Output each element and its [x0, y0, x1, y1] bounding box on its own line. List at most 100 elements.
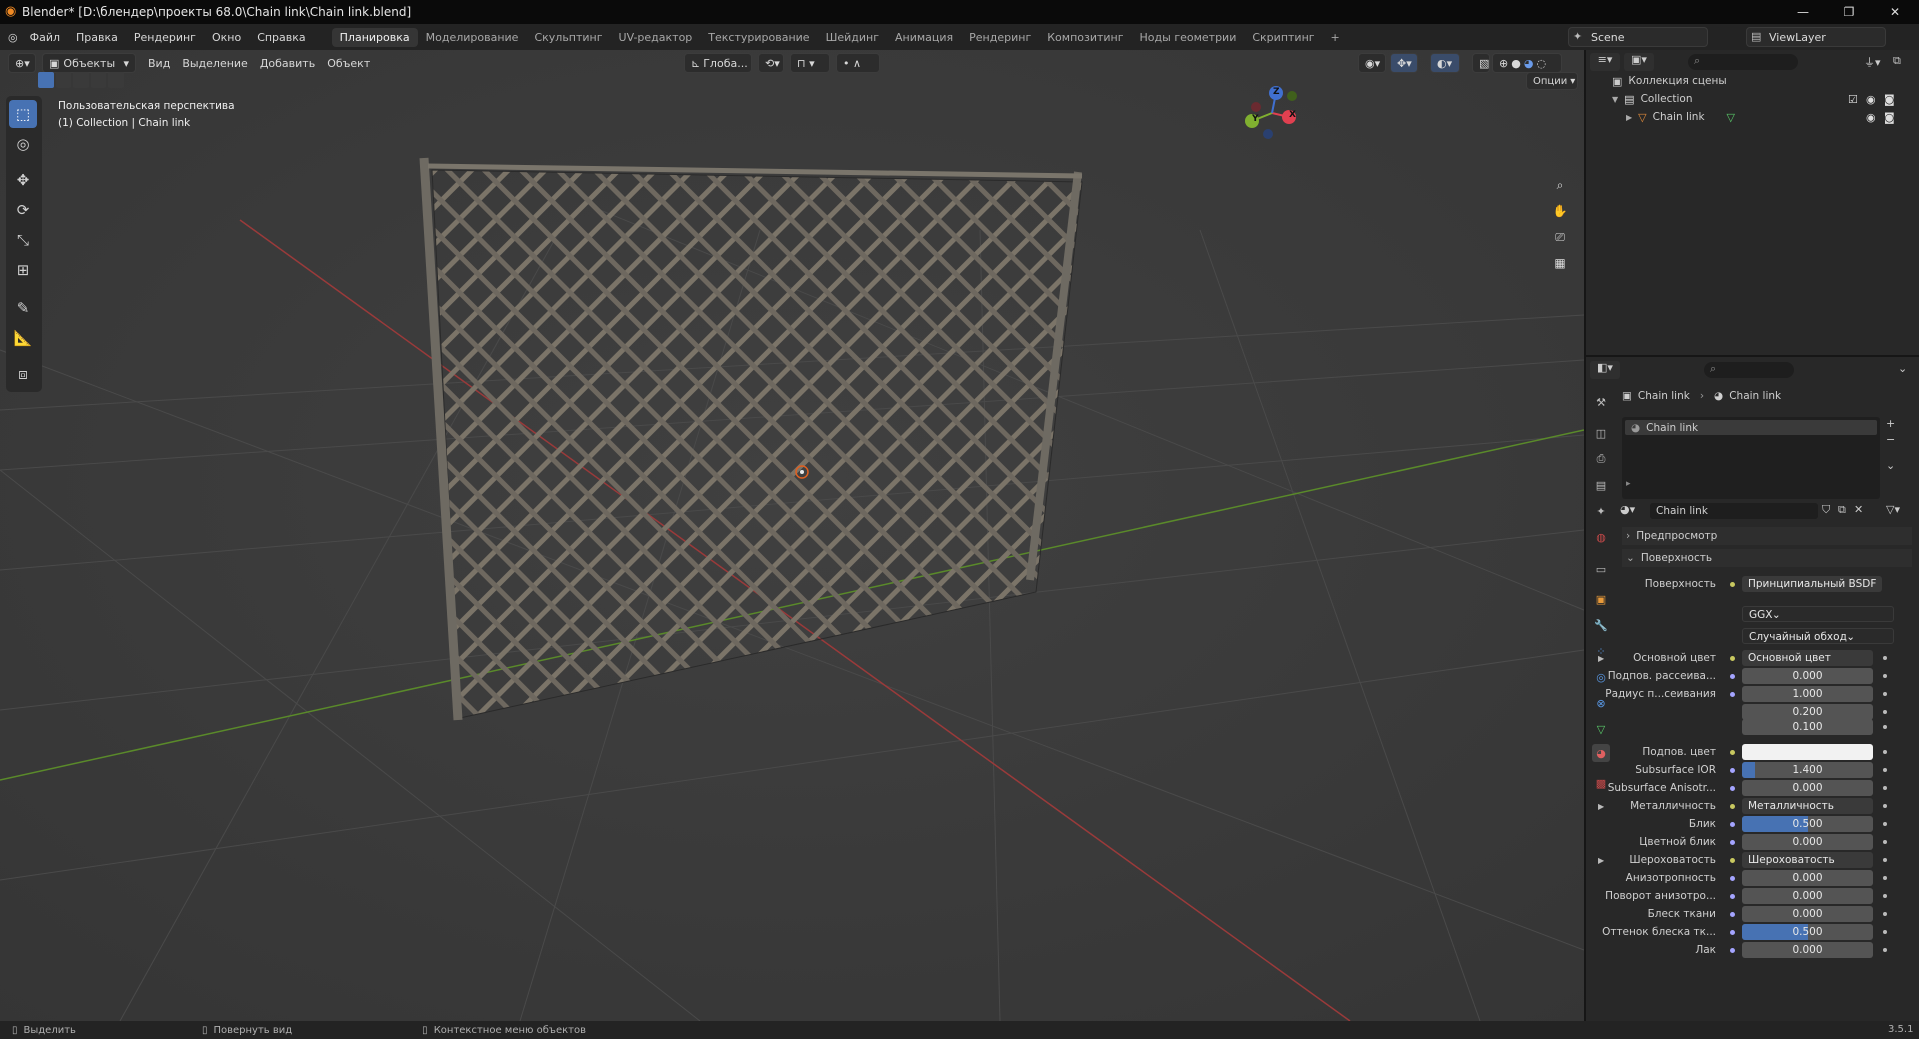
linked-input-field[interactable]: Шероховатость	[1742, 852, 1873, 868]
keyframe-dot-icon[interactable]	[1883, 725, 1887, 729]
select-extend-icon[interactable]	[55, 72, 72, 88]
expand-arrow-icon[interactable]: ▶	[1598, 654, 1604, 663]
perspective-grid-icon[interactable]: ▦	[1549, 252, 1571, 274]
keyframe-dot-icon[interactable]	[1883, 674, 1887, 678]
color-swatch[interactable]	[1742, 744, 1873, 760]
pivot-point-button[interactable]: ⟲▾	[758, 53, 784, 73]
view-layer-tab-icon[interactable]: ▤	[1592, 476, 1610, 494]
workspace-tab-10[interactable]: Скриптинг	[1244, 28, 1322, 47]
select-invert-icon[interactable]	[90, 72, 107, 88]
fake-user-icon[interactable]: ⛉	[1822, 503, 1830, 517]
keyframe-dot-icon[interactable]	[1883, 692, 1887, 696]
disclosure-triangle-icon[interactable]: ▼	[1612, 95, 1618, 104]
socket-icon[interactable]	[1726, 818, 1738, 830]
outliner-row-collection[interactable]: ▼ ▤ Collection ☑ ◉ ◙	[1612, 90, 1912, 108]
workspace-tab-6[interactable]: Анимация	[887, 28, 961, 47]
keyframe-dot-icon[interactable]	[1883, 768, 1887, 772]
menu-item-4[interactable]: Справка	[249, 31, 313, 44]
restore-button[interactable]: ❐	[1826, 0, 1872, 24]
number-field[interactable]: 0.500	[1742, 816, 1873, 832]
keyframe-dot-icon[interactable]	[1883, 656, 1887, 660]
viewport-menu-0[interactable]: Вид	[142, 57, 176, 70]
camera-icon[interactable]: ⎚	[1549, 226, 1571, 248]
panel-preview-header[interactable]: › Предпросмотр	[1622, 527, 1912, 545]
mode-dropdown[interactable]: ▣ Объекты ▾	[42, 53, 136, 73]
keyframe-dot-icon[interactable]	[1883, 710, 1887, 714]
properties-editor-button[interactable]: ◧▾	[1590, 361, 1620, 379]
number-field[interactable]: 0.000	[1742, 834, 1873, 850]
workspace-tab-8[interactable]: Композитинг	[1039, 28, 1131, 47]
socket-icon[interactable]	[1726, 800, 1738, 812]
select-new-icon[interactable]	[38, 72, 54, 88]
move-tool-icon[interactable]: ✥	[9, 166, 37, 194]
new-collection-icon[interactable]: ⧉	[1893, 54, 1909, 70]
distribution-dropdown[interactable]: GGX ⌄	[1742, 606, 1894, 622]
keyframe-dot-icon[interactable]	[1883, 858, 1887, 862]
options-button[interactable]: Опции ▾	[1526, 72, 1578, 90]
menu-item-3[interactable]: Окно	[204, 31, 249, 44]
number-field[interactable]: 0.000	[1742, 888, 1873, 904]
number-field[interactable]: 0.000	[1742, 906, 1873, 922]
socket-icon[interactable]	[1726, 746, 1738, 758]
socket-icon[interactable]	[1726, 926, 1738, 938]
keyframe-dot-icon[interactable]	[1883, 840, 1887, 844]
disclosure-triangle-icon[interactable]: ▸	[1622, 479, 1880, 493]
linked-input-field[interactable]: Основной цвет	[1742, 650, 1873, 666]
socket-icon[interactable]	[1726, 721, 1738, 733]
subsurface-method-dropdown[interactable]: Случайный обход ⌄	[1742, 628, 1894, 644]
duplicate-icon[interactable]: ⧉	[1838, 503, 1846, 517]
overlays-button[interactable]: ◐▾	[1430, 53, 1460, 73]
expand-arrow-icon[interactable]: ▶	[1598, 856, 1604, 865]
expand-arrow-icon[interactable]: ▶	[1598, 802, 1604, 811]
surface-shader-field[interactable]: Принципиальный BSDF	[1742, 576, 1882, 592]
scale-tool-icon[interactable]: ⤡	[9, 226, 37, 254]
minimize-button[interactable]: —	[1780, 0, 1826, 24]
shading-buttons[interactable]: ⊕ ● ◕ ◌	[1492, 53, 1562, 73]
tool-tab-icon[interactable]: ⚒	[1592, 393, 1610, 411]
workspace-tab-5[interactable]: Шейдинг	[818, 28, 887, 47]
workspace-tab-3[interactable]: UV-редактор	[611, 28, 701, 47]
socket-icon[interactable]	[1726, 944, 1738, 956]
scene-tab-icon[interactable]: ✦	[1592, 502, 1610, 520]
rotate-tool-icon[interactable]: ⟳	[9, 196, 37, 224]
workspace-tab-2[interactable]: Скульптинг	[526, 28, 610, 47]
material-name-field[interactable]: Chain link	[1650, 503, 1818, 519]
select-subtract-icon[interactable]	[73, 72, 89, 88]
disclosure-triangle-icon[interactable]: ▶	[1626, 113, 1632, 122]
unlink-icon[interactable]: ✕	[1854, 503, 1863, 516]
pan-hand-icon[interactable]: ✋	[1549, 200, 1571, 222]
viewport-menu-2[interactable]: Добавить	[254, 57, 321, 70]
workspace-tab-1[interactable]: Моделирование	[418, 28, 527, 47]
number-field[interactable]: 0.000	[1742, 942, 1873, 958]
workspace-tab-4[interactable]: Текстурирование	[700, 28, 817, 47]
socket-icon[interactable]	[1726, 764, 1738, 776]
remove-slot-icon[interactable]: −	[1886, 433, 1895, 446]
transform-orientation-dropdown[interactable]: ⊾ Глоба...	[684, 53, 752, 73]
number-field[interactable]: 1.400	[1742, 762, 1873, 778]
link-type-icon[interactable]: ▽▾	[1886, 503, 1900, 516]
zoom-icon[interactable]: ⌕	[1549, 174, 1571, 196]
keyframe-dot-icon[interactable]	[1883, 750, 1887, 754]
viewlayer-selector[interactable]: ▤ ViewLayer	[1746, 27, 1886, 47]
socket-icon[interactable]	[1726, 836, 1738, 848]
workspace-tab-11[interactable]: +	[1323, 28, 1348, 47]
socket-icon[interactable]	[1726, 854, 1738, 866]
world-tab-icon[interactable]: ◍	[1592, 528, 1610, 546]
scene-selector[interactable]: ✦ Scene	[1568, 27, 1708, 47]
measure-tool-icon[interactable]: 📐	[9, 324, 37, 352]
output-tab-icon[interactable]: ⎙	[1592, 450, 1610, 468]
outliner-search-input[interactable]: ⌕	[1688, 54, 1798, 70]
number-field[interactable]: 0.000	[1742, 870, 1873, 886]
linked-input-field[interactable]: Металличность	[1742, 798, 1873, 814]
workspace-tab-0[interactable]: Планировка	[331, 27, 418, 47]
keyframe-dot-icon[interactable]	[1883, 876, 1887, 880]
add-slot-icon[interactable]: +	[1886, 417, 1895, 430]
socket-icon[interactable]	[1726, 706, 1738, 718]
number-field[interactable]: 0.100	[1742, 719, 1873, 735]
outliner-row-chain-link[interactable]: ▶ ▽ Chain link ▽ ◉ ◙	[1626, 108, 1912, 126]
outliner-editor-button[interactable]: ≡▾	[1590, 53, 1620, 71]
menu-item-1[interactable]: Правка	[68, 31, 126, 44]
slot-menu-icon[interactable]: ⌄	[1886, 459, 1895, 472]
socket-icon[interactable]	[1726, 670, 1738, 682]
number-field[interactable]: 0.000	[1742, 668, 1873, 684]
